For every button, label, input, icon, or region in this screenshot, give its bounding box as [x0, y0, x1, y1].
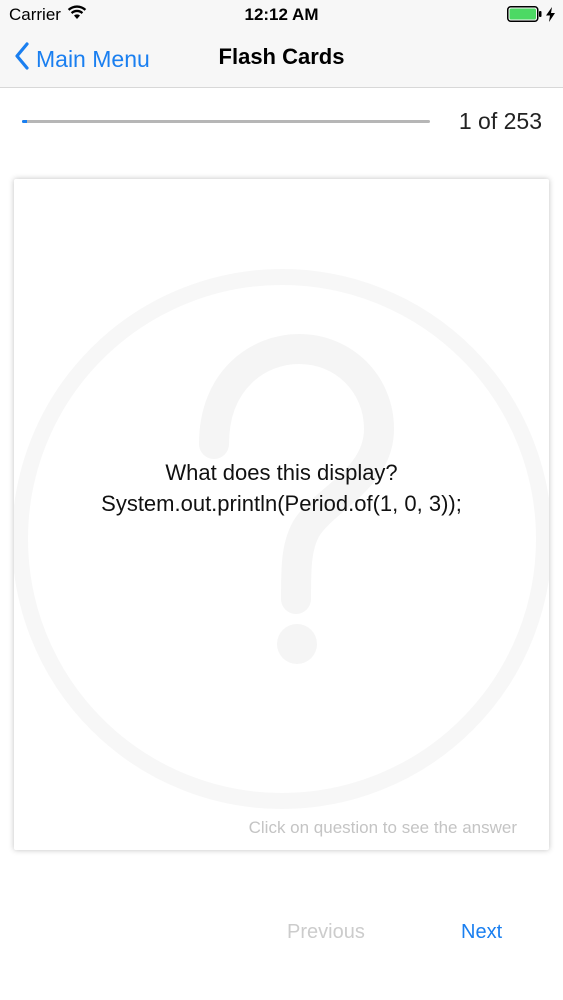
status-bar: Carrier 12:12 AM — [0, 0, 563, 30]
page-title: Flash Cards — [218, 44, 345, 69]
progress-row: 1 of 253 — [22, 104, 542, 140]
charging-bolt-icon — [546, 6, 555, 27]
card-counter: 1 of 253 — [458, 108, 542, 134]
question-line-1: What does this display? — [165, 460, 398, 485]
battery-icon — [507, 6, 543, 27]
flash-cards-screen: Carrier 12:12 AM Main Menu Flash Cards 1… — [0, 0, 563, 1000]
battery-group — [507, 6, 555, 27]
answer-hint: Click on question to see the answer — [248, 818, 517, 837]
navigation-bar: Main Menu Flash Cards — [0, 30, 563, 88]
previous-button[interactable]: Previous — [287, 921, 365, 944]
question-line-2: System.out.println(Period.of(1, 0, 3)); — [101, 491, 462, 516]
flash-card[interactable]: What does this display? System.out.print… — [14, 179, 549, 850]
status-time: 12:12 AM — [244, 5, 319, 24]
progress-bar — [22, 120, 430, 123]
next-button[interactable]: Next — [461, 921, 502, 944]
progress-bar-fill — [22, 120, 27, 123]
question-text: What does this display? System.out.print… — [14, 457, 549, 519]
